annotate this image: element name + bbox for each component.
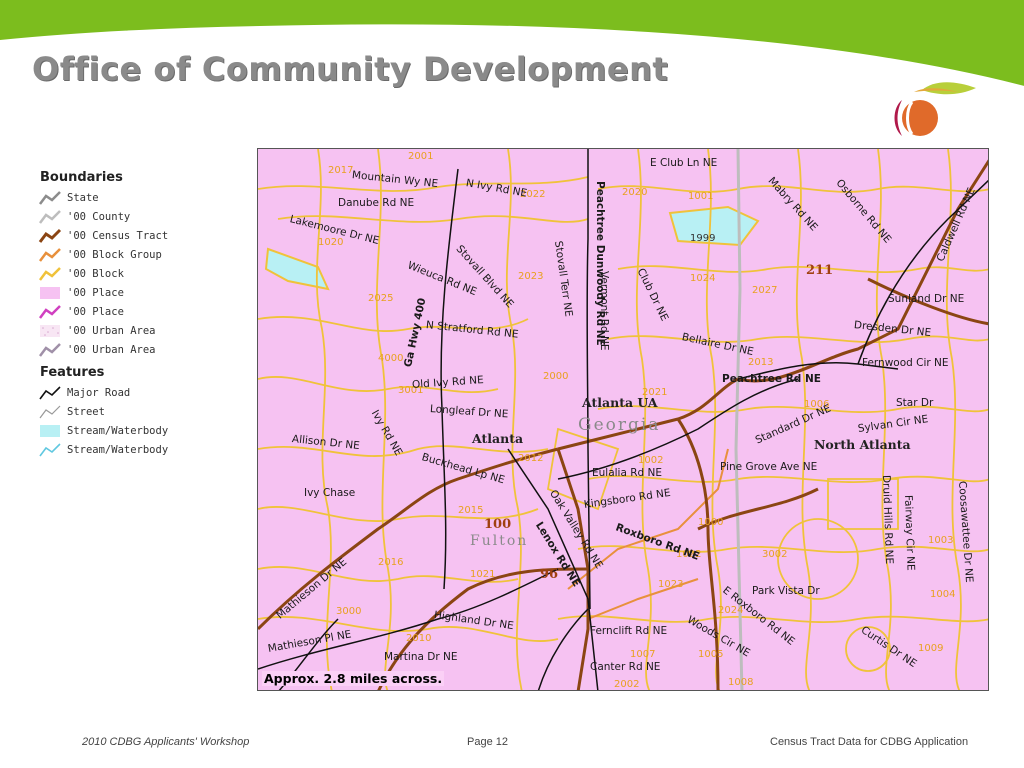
legend-item: '00 Census Tract bbox=[38, 226, 178, 245]
block-number: 1020 bbox=[318, 237, 344, 248]
legend-item: '00 Block Group bbox=[38, 245, 178, 264]
place-atlanta-ua: Atlanta UA bbox=[582, 395, 658, 410]
legend-item: Major Road bbox=[38, 383, 178, 402]
map-scale-note: Approx. 2.8 miles across. bbox=[262, 671, 445, 686]
place-atlanta: Atlanta bbox=[472, 431, 524, 446]
map-legend: Boundaries State '00 County '00 Census T… bbox=[38, 170, 178, 465]
legend-boundaries-title: Boundaries bbox=[40, 170, 123, 185]
gray-line-icon bbox=[39, 190, 61, 205]
road-label: Star Dr bbox=[896, 397, 934, 409]
tract-number: 211 bbox=[806, 263, 834, 278]
legend-item: '00 Place bbox=[38, 283, 178, 302]
block-number: 1000 bbox=[698, 517, 724, 528]
block-number: 1008 bbox=[728, 677, 754, 688]
road-label: Canter Rd NE bbox=[590, 661, 661, 673]
road-label: Park Vista Dr bbox=[752, 585, 820, 597]
tract-number: 100 bbox=[484, 517, 512, 532]
cyan-fill-icon bbox=[40, 424, 60, 437]
block-number: 2027 bbox=[752, 285, 778, 296]
block-number: 4000 bbox=[378, 353, 404, 364]
road-label: Sunland Dr NE bbox=[888, 293, 965, 305]
footer-right: Census Tract Data for CDBG Application bbox=[770, 736, 969, 748]
block-number: 2015 bbox=[458, 505, 484, 516]
legend-item: Stream/Waterbody bbox=[38, 421, 178, 440]
road-label: E Club Ln NE bbox=[650, 157, 718, 169]
block-number: 2020 bbox=[622, 187, 648, 198]
block-number: 2002 bbox=[614, 679, 640, 690]
footer-left: 2010 CDBG Applicants' Workshop bbox=[82, 736, 250, 748]
light-gray-line-icon bbox=[39, 209, 61, 224]
block-number: 1004 bbox=[930, 589, 956, 600]
block-number: 2013 bbox=[748, 357, 774, 368]
tract-number: 96 bbox=[540, 567, 559, 582]
legend-item: '00 Block bbox=[38, 264, 178, 283]
block-number: 2025 bbox=[368, 293, 394, 304]
block-number: 2023 bbox=[518, 271, 544, 282]
block-number: 3002 bbox=[762, 549, 788, 560]
block-number: 2001 bbox=[408, 151, 434, 162]
block-number: 1023 bbox=[658, 579, 684, 590]
block-number: 3000 bbox=[336, 606, 362, 617]
purple-gray-line-icon bbox=[39, 342, 61, 357]
road-label: Martina Dr NE bbox=[384, 651, 458, 663]
block-number: 1024 bbox=[690, 273, 716, 284]
road-label: Peachtree Rd NE bbox=[722, 373, 821, 385]
road-label: Eulalia Rd NE bbox=[592, 467, 663, 479]
block-number: 2000 bbox=[543, 371, 569, 382]
place-fulton: Fulton bbox=[470, 533, 529, 549]
legend-item: '00 County bbox=[38, 207, 178, 226]
road-label: Fernwood Cir NE bbox=[862, 357, 949, 369]
place-north-atlanta: North Atlanta bbox=[814, 437, 911, 452]
census-map[interactable]: 2001 1001 1000 2000 1999 1024 2027 3000 … bbox=[257, 148, 989, 691]
thin-gray-line-icon bbox=[39, 405, 61, 418]
road-label: Fernclift Rd NE bbox=[590, 625, 668, 637]
block-number: 1999 bbox=[690, 233, 716, 244]
legend-item: '00 Urban Area bbox=[38, 340, 178, 359]
block-number: 1021 bbox=[470, 569, 496, 580]
road-label: Danube Rd NE bbox=[338, 197, 415, 209]
block-number: 1009 bbox=[918, 643, 944, 654]
road-label: Vermont Rd NE bbox=[598, 271, 610, 351]
block-number: 2016 bbox=[378, 557, 404, 568]
block-number: 1001 bbox=[688, 191, 714, 202]
legend-item: Stream/Waterbody bbox=[38, 440, 178, 459]
peach-logo bbox=[894, 82, 976, 136]
pink-fill-icon bbox=[40, 286, 60, 299]
legend-features-title: Features bbox=[40, 365, 105, 380]
slide-title: Office of Community Development bbox=[32, 50, 669, 88]
brown-line-icon bbox=[38, 228, 62, 243]
legend-features-list: Major Road Street Stream/Waterbody Strea… bbox=[38, 383, 178, 459]
block-number: 1003 bbox=[928, 535, 954, 546]
legend-boundaries-list: State '00 County '00 Census Tract '00 Bl… bbox=[38, 188, 178, 359]
block-number: 2017 bbox=[328, 165, 354, 176]
place-ivy-chase: Ivy Chase bbox=[304, 487, 356, 499]
legend-item: Street bbox=[38, 402, 178, 421]
cyan-line-icon bbox=[39, 442, 61, 456]
yellow-line-icon bbox=[39, 266, 61, 281]
block-number: 2012 bbox=[518, 453, 544, 464]
legend-item: '00 Place bbox=[38, 302, 178, 321]
page-number: Page 12 bbox=[467, 736, 508, 748]
block-number: 1007 bbox=[630, 649, 656, 660]
road-label: Pine Grove Ave NE bbox=[720, 461, 818, 473]
block-number: 2010 bbox=[406, 633, 432, 644]
block-number: 1005 bbox=[698, 649, 724, 660]
block-number: 1002 bbox=[638, 455, 664, 466]
legend-item: State bbox=[38, 188, 178, 207]
black-line-icon bbox=[39, 385, 61, 399]
magenta-line-icon bbox=[39, 304, 61, 319]
place-georgia: Georgia bbox=[578, 415, 661, 435]
waterbody-pond bbox=[264, 247, 330, 291]
orange-line-icon bbox=[39, 247, 61, 262]
legend-item: '00 Urban Area bbox=[38, 321, 178, 340]
dotted-fill-icon bbox=[40, 324, 60, 337]
